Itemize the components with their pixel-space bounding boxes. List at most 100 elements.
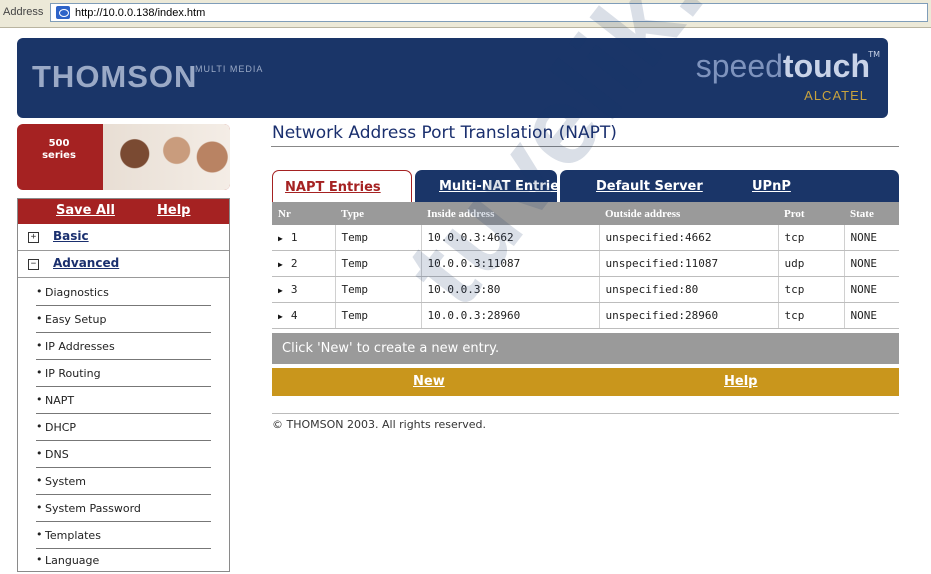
column-header-state: State (844, 202, 899, 225)
cell-type: Temp (335, 302, 422, 329)
cell-state: NONE (844, 225, 899, 251)
bullet-icon: • (36, 447, 43, 460)
column-header-nr: Nr (272, 202, 335, 225)
tab-napt-entries[interactable]: NAPT Entries (272, 170, 412, 202)
table-row[interactable]: ▶ 3 Temp 10.0.0.3:80 unspecified:80 tcp N… (272, 276, 899, 303)
series-number: 500 (48, 138, 70, 149)
cell-outside-address: unspecified:80 (599, 276, 779, 303)
sidebar-item-napt[interactable]: • NAPT (18, 387, 229, 414)
sidebar-menu: Save All Help + Basic − Advanced • Diagno… (17, 198, 230, 572)
cell-prot: tcp (778, 302, 845, 329)
sidebar-item-dns[interactable]: • DNS (18, 441, 229, 468)
cell-state: NONE (844, 276, 899, 303)
sidebar-item-ip-routing[interactable]: • IP Routing (18, 360, 229, 387)
cell-nr[interactable]: ▶ 4 (272, 302, 336, 329)
sidebar-item-advanced[interactable]: − Advanced (18, 251, 229, 278)
table-row[interactable]: ▶ 2 Temp 10.0.0.3:11087 unspecified:11087… (272, 250, 899, 277)
bullet-icon: • (36, 501, 43, 514)
bullet-icon: • (36, 312, 43, 325)
speedtouch-bold: touch (782, 48, 870, 84)
sidebar-item-easy-setup[interactable]: • Easy Setup (18, 306, 229, 333)
tab-label[interactable]: NAPT Entries (285, 180, 381, 195)
sidebar-item-label[interactable]: Language (45, 554, 99, 567)
bullet-icon: • (36, 366, 43, 379)
sidebar-item-label[interactable]: System Password (45, 502, 141, 515)
sidebar-header: Save All Help (18, 199, 229, 224)
cell-inside-address: 10.0.0.3:28960 (421, 302, 600, 329)
sidebar-item-label[interactable]: Diagnostics (45, 286, 109, 299)
expand-plus-icon[interactable]: + (28, 232, 39, 243)
cell-type: Temp (335, 225, 422, 251)
cell-outside-address: unspecified:11087 (599, 250, 779, 277)
bullet-icon: • (36, 528, 43, 541)
address-bar: Address http://10.0.0.138/index.htm (0, 0, 931, 28)
cell-type: Temp (335, 250, 422, 277)
sidebar-item-label[interactable]: IP Routing (45, 367, 101, 380)
cell-inside-address: 10.0.0.3:11087 (421, 250, 600, 277)
cell-state: NONE (844, 302, 899, 329)
address-url[interactable]: http://10.0.0.138/index.htm (75, 7, 205, 19)
sidebar-item-label[interactable]: Easy Setup (45, 313, 106, 326)
cell-nr[interactable]: ▶ 3 (272, 276, 336, 303)
cell-nr[interactable]: ▶ 2 (272, 250, 336, 277)
address-field[interactable]: http://10.0.0.138/index.htm (50, 3, 928, 22)
save-all-link[interactable]: Save All (56, 203, 115, 218)
sidebar-item-basic[interactable]: + Basic (18, 224, 229, 251)
header-banner: THOMSON MULTI MEDIA speedtouch TM ALCATE… (17, 38, 888, 118)
bullet-icon: • (36, 393, 43, 406)
new-entry-link[interactable]: New (413, 374, 445, 389)
bullet-icon: • (36, 285, 43, 298)
info-text: Click 'New' to create a new entry. (282, 341, 500, 356)
title-divider (271, 146, 899, 147)
multimedia-logo-text: MULTI MEDIA (195, 64, 263, 74)
sidebar-item-templates[interactable]: • Templates (18, 522, 229, 549)
collapse-minus-icon[interactable]: − (28, 259, 39, 270)
nr-value: 3 (290, 283, 298, 296)
sidebar-item-label[interactable]: DNS (45, 448, 69, 461)
expand-arrow-icon[interactable]: ▶ (278, 234, 283, 243)
help-link[interactable]: Help (724, 374, 757, 389)
cell-prot: tcp (778, 276, 845, 303)
page-icon (56, 6, 70, 19)
expand-arrow-icon[interactable]: ▶ (278, 286, 283, 295)
sidebar-item-label[interactable]: Templates (45, 529, 101, 542)
sidebar-help-link[interactable]: Help (157, 203, 190, 218)
expand-arrow-icon[interactable]: ▶ (278, 312, 283, 321)
sidebar-item-system-password[interactable]: • System Password (18, 495, 229, 522)
cell-prot: tcp (778, 225, 845, 251)
speedtouch-light: speed (695, 48, 783, 84)
action-bar: New Help (272, 368, 899, 396)
sidebar-item-label[interactable]: NAPT (45, 394, 74, 407)
sidebar-item-dhcp[interactable]: • DHCP (18, 414, 229, 441)
sidebar-item-ip-addresses[interactable]: • IP Addresses (18, 333, 229, 360)
tab-bar: NAPT Entries Multi-NAT Entries Default S… (272, 170, 899, 202)
nr-value: 4 (290, 309, 298, 322)
cell-outside-address: unspecified:4662 (599, 225, 779, 251)
nr-value: 1 (290, 231, 298, 244)
cell-nr[interactable]: ▶ 1 (272, 225, 336, 251)
sidebar-item-label[interactable]: Advanced (53, 256, 119, 270)
tab-label[interactable]: Multi-NAT Entries (439, 179, 567, 194)
sidebar-item-system[interactable]: • System (18, 468, 229, 495)
sidebar-item-label[interactable]: System (45, 475, 86, 488)
expand-arrow-icon[interactable]: ▶ (278, 260, 283, 269)
cell-inside-address: 10.0.0.3:4662 (421, 225, 600, 251)
bullet-icon: • (36, 474, 43, 487)
sidebar-item-label[interactable]: DHCP (45, 421, 76, 434)
table-row[interactable]: ▶ 4 Temp 10.0.0.3:28960 unspecified:28960… (272, 302, 899, 329)
sidebar-item-language[interactable]: • Language (18, 547, 229, 574)
speedtouch-logo: speedtouch (696, 48, 870, 85)
tab-default-server[interactable]: Default Server (596, 179, 703, 194)
cell-prot: udp (778, 250, 845, 277)
cell-inside-address: 10.0.0.3:80 (421, 276, 600, 303)
tab-multi-nat-entries[interactable]: Multi-NAT Entries (415, 170, 567, 202)
table-row[interactable]: ▶ 1 Temp 10.0.0.3:4662 unspecified:4662 t… (272, 225, 899, 251)
sidebar-item-diagnostics[interactable]: • Diagnostics (18, 279, 229, 306)
column-header-prot: Prot (778, 202, 844, 225)
cell-state: NONE (844, 250, 899, 277)
thomson-logo: THOMSON (32, 59, 198, 94)
tab-upnp[interactable]: UPnP (752, 179, 791, 194)
sidebar-item-label[interactable]: Basic (53, 229, 89, 243)
trademark-mark: TM (868, 50, 880, 59)
sidebar-item-label[interactable]: IP Addresses (45, 340, 115, 353)
